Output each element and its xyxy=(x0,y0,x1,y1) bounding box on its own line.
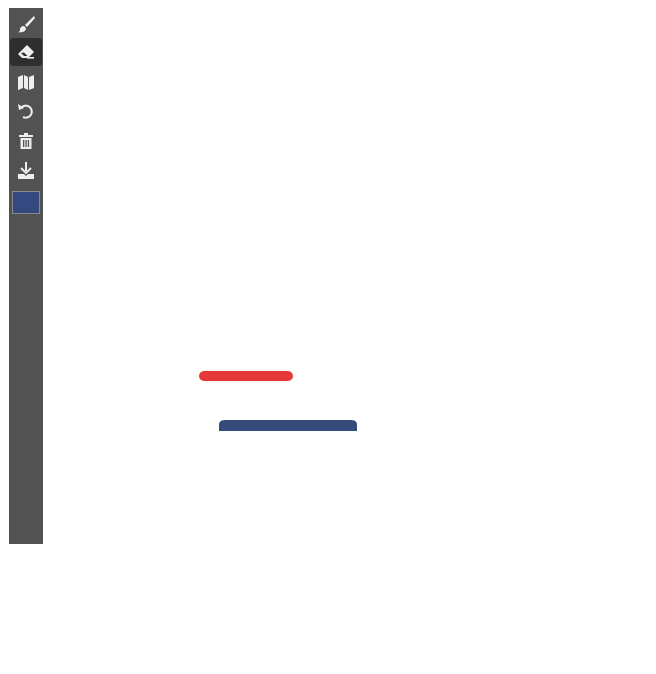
color-picker-swatch[interactable] xyxy=(12,191,40,214)
eraser-icon xyxy=(18,45,34,59)
blue-stroke xyxy=(219,420,357,431)
drawing-canvas[interactable] xyxy=(43,0,656,674)
map-icon xyxy=(18,75,34,90)
drawing-toolbar xyxy=(9,8,43,544)
trash-icon xyxy=(19,133,33,149)
download-icon xyxy=(18,162,34,179)
brush-button[interactable] xyxy=(10,10,42,38)
clear-button[interactable] xyxy=(10,127,42,155)
undo-button[interactable] xyxy=(10,97,42,125)
brush-icon xyxy=(18,16,35,33)
undo-icon xyxy=(18,104,33,119)
download-button[interactable] xyxy=(10,157,42,185)
map-button[interactable] xyxy=(10,68,42,96)
eraser-button[interactable] xyxy=(10,38,42,66)
